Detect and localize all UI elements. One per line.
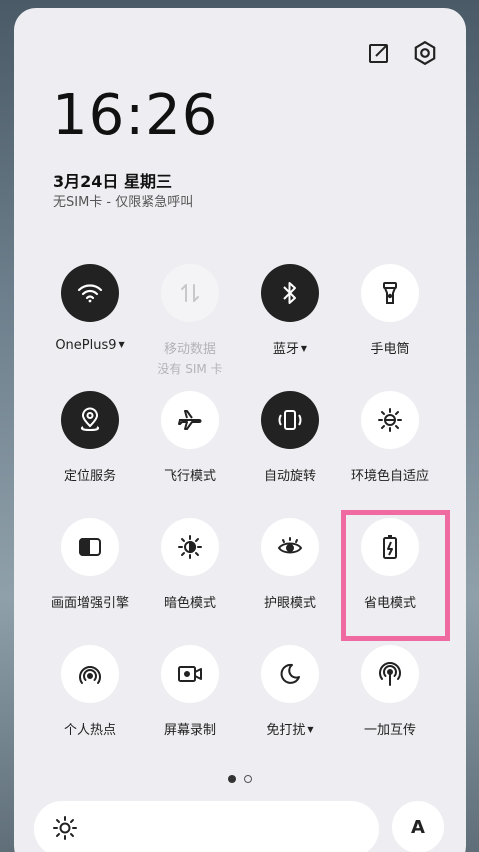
tile-label: 移动数据: [163, 342, 216, 357]
quick-settings-panel: 16:26 3月24日 星期三 无SIM卡 - 仅限紧急呼叫 OnePlus9 ▼…: [14, 8, 466, 852]
mobile-data-icon[interactable]: [161, 264, 219, 322]
tile-do-not-disturb[interactable]: 免打扰 ▼: [240, 645, 340, 738]
page-dot[interactable]: [243, 775, 252, 783]
location-icon[interactable]: [61, 391, 119, 449]
chevron-down-icon[interactable]: ▼: [307, 725, 313, 734]
chevron-down-icon[interactable]: ▼: [119, 340, 125, 349]
tile-label: 免打扰: [266, 723, 306, 738]
oneplus-share-icon[interactable]: [361, 645, 419, 703]
dark-mode-icon[interactable]: [161, 518, 219, 576]
tile-location[interactable]: 定位服务: [40, 391, 140, 484]
screen-record-icon[interactable]: [161, 645, 219, 703]
tile-bluetooth[interactable]: 蓝牙 ▼: [240, 264, 340, 357]
tile-label: 蓝牙: [272, 342, 299, 357]
tile-label: 屏幕录制: [163, 723, 216, 738]
hotspot-icon[interactable]: [61, 645, 119, 703]
tile-label: 画面增强引擎: [50, 596, 129, 611]
tile-screen-record[interactable]: 屏幕录制: [140, 645, 240, 738]
display-enhance-icon[interactable]: [61, 518, 119, 576]
page-dot-active[interactable]: [227, 775, 236, 783]
date[interactable]: 3月24日 星期三: [53, 168, 172, 192]
tile-label: 护眼模式: [263, 596, 316, 611]
airplane-icon[interactable]: [161, 391, 219, 449]
tile-label: 手电筒: [370, 342, 410, 357]
tile-label: 自动旋转: [263, 469, 316, 484]
tile-label: 一加互传: [363, 723, 416, 738]
tile-mobile-data[interactable]: 移动数据 没有 SIM 卡: [140, 264, 240, 377]
brightness-icon: [52, 815, 78, 845]
edit-icon[interactable]: [364, 38, 394, 68]
wifi-icon[interactable]: [61, 264, 119, 322]
tile-label: OnePlus9: [55, 338, 117, 353]
tile-hotspot[interactable]: 个人热点: [40, 645, 140, 738]
do-not-disturb-icon[interactable]: [261, 645, 319, 703]
flashlight-icon[interactable]: [361, 264, 419, 322]
clock[interactable]: 16:26: [52, 88, 218, 144]
tile-dark-mode[interactable]: 暗色模式: [140, 518, 240, 611]
chevron-down-icon[interactable]: ▼: [301, 344, 307, 353]
auto-brightness-button[interactable]: A: [392, 801, 444, 852]
tile-label: 暗色模式: [163, 596, 216, 611]
brightness-slider[interactable]: [34, 801, 379, 852]
settings-icon[interactable]: [410, 38, 440, 68]
eye-comfort-icon[interactable]: [261, 518, 319, 576]
tile-auto-rotate[interactable]: 自动旋转: [240, 391, 340, 484]
tile-oneplus-share[interactable]: 一加互传: [340, 645, 440, 738]
tile-airplane[interactable]: 飞行模式: [140, 391, 240, 484]
tile-wifi[interactable]: OnePlus9 ▼: [40, 264, 140, 353]
ambient-color-icon[interactable]: [361, 391, 419, 449]
auto-rotate-icon[interactable]: [261, 391, 319, 449]
bluetooth-icon[interactable]: [261, 264, 319, 322]
tile-label: 个人热点: [63, 723, 116, 738]
tile-label: 飞行模式: [163, 469, 216, 484]
highlight-box: [341, 510, 450, 641]
tile-eye-comfort[interactable]: 护眼模式: [240, 518, 340, 611]
tile-ambient-color[interactable]: 环境色自适应: [340, 391, 440, 484]
tile-flashlight[interactable]: 手电筒: [340, 264, 440, 357]
page-indicator[interactable]: [0, 775, 479, 783]
sim-status: 无SIM卡 - 仅限紧急呼叫: [53, 195, 194, 210]
tile-sublabel: 没有 SIM 卡: [157, 362, 223, 376]
tile-label: 环境色自适应: [350, 469, 429, 484]
tile-display-enhance[interactable]: 画面增强引擎: [40, 518, 140, 611]
tile-label: 定位服务: [63, 469, 116, 484]
